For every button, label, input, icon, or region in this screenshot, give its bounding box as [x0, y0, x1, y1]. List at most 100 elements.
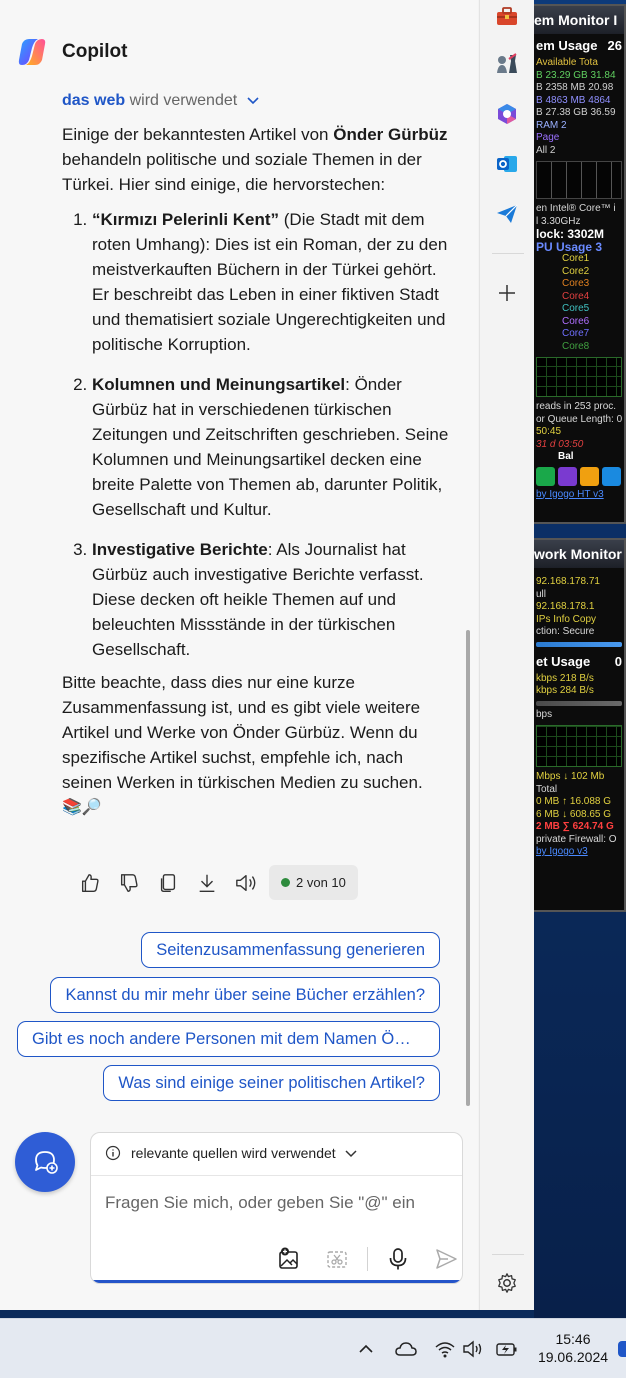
- net-usage-label: et Usage: [536, 653, 591, 669]
- wifi-icon: [435, 1342, 455, 1358]
- cpu-row: en Intel® Core™ i: [536, 203, 616, 214]
- core-label: Core4: [562, 290, 590, 302]
- widget-button[interactable]: [558, 466, 577, 486]
- microphone-button[interactable]: [380, 1241, 416, 1277]
- widget-footer-link[interactable]: by Igogo v3: [534, 846, 624, 859]
- toolbox-icon: [497, 7, 517, 25]
- memory-row: B 4863 MB 4864: [536, 94, 611, 106]
- list-item-title: “Kırmızı Pelerinli Kent”: [92, 210, 280, 229]
- new-topic-button[interactable]: [15, 1132, 75, 1192]
- suggestion-chip[interactable]: Was sind einige seiner politischen Artik…: [103, 1065, 440, 1101]
- net-total-row: Mbps ↓ 102 Mb: [536, 771, 605, 782]
- microsoft365-icon: [498, 104, 516, 124]
- header: Copilot: [16, 36, 127, 68]
- games-button[interactable]: [492, 49, 522, 79]
- battery-button[interactable]: [494, 1337, 520, 1361]
- system-monitor-title: em Monitor I: [534, 6, 624, 34]
- net-speed: kbps 284 B/s: [536, 685, 594, 696]
- net-total-row: 2 MB ∑ 624.74 G: [536, 821, 614, 832]
- suggestion-chip[interactable]: Gibt es noch andere Personen mit dem Nam…: [17, 1021, 440, 1057]
- gear-icon: [498, 1273, 516, 1293]
- system-monitor-widget: em Monitor I em Usage 26 Available Tota …: [534, 4, 626, 524]
- net-graph-label: bps: [536, 708, 553, 720]
- memory-row: Page: [536, 132, 560, 143]
- cloud-icon: [395, 1342, 417, 1356]
- battery-charging-icon: [496, 1343, 517, 1356]
- volume-button[interactable]: [460, 1337, 486, 1361]
- info-icon: [105, 1145, 121, 1161]
- composer: relevante quellen wird verwendet: [90, 1132, 463, 1284]
- answer-emoji: 📚🔎: [62, 799, 102, 816]
- cpu-clock: lock: 3302M: [536, 227, 605, 241]
- microsoft365-button[interactable]: [492, 99, 522, 129]
- suggestion-chip[interactable]: Kannst du mir mehr über seine Bücher erz…: [50, 977, 440, 1013]
- speaker-icon: [235, 874, 255, 891]
- taskbar: 15:46 19.06.2024: [0, 1318, 626, 1378]
- suggestion-chip[interactable]: Seitenzusammenfassung generieren: [141, 932, 440, 968]
- copy-button[interactable]: [148, 866, 187, 900]
- memory-usage-value: 26: [607, 38, 622, 53]
- copilot-logo-icon: [18, 39, 46, 65]
- composer-tools: [271, 1241, 462, 1277]
- chevron-down-icon[interactable]: [246, 95, 260, 105]
- download-button[interactable]: [187, 866, 226, 900]
- onedrive-button[interactable]: [393, 1337, 419, 1361]
- notification-icon[interactable]: [618, 1341, 626, 1357]
- source-indicator[interactable]: das web wird verwendet: [62, 92, 260, 110]
- widget-button[interactable]: [580, 466, 599, 486]
- widget-button[interactable]: [536, 466, 555, 486]
- thumbs-down-icon: [120, 873, 138, 892]
- net-speed-bar: [536, 700, 622, 706]
- list-item-title: Kolumnen und Meinungsartikel: [92, 375, 346, 394]
- power-plan: Bal: [558, 451, 574, 462]
- show-hidden-icons-button[interactable]: [353, 1337, 379, 1361]
- net-usage-value: 0: [614, 653, 622, 669]
- widget-footer-link[interactable]: by Igogo HT v3: [534, 489, 624, 502]
- clock[interactable]: 15:46 19.06.2024: [532, 1330, 614, 1366]
- response-actions: 2 von 10: [70, 865, 358, 900]
- add-image-button[interactable]: [271, 1241, 307, 1277]
- cpu-usage-label: PU Usage 3: [536, 239, 603, 254]
- intro-text: behandeln politische und soziale Themen …: [62, 150, 422, 194]
- send-to-button[interactable]: [492, 199, 522, 229]
- chat-input[interactable]: [105, 1193, 445, 1213]
- chat-area: Copilot das web wird verwendet Einige de…: [0, 0, 478, 1310]
- network-row: ull: [536, 588, 547, 600]
- network-bar: [536, 641, 622, 647]
- wifi-button[interactable]: [432, 1337, 458, 1361]
- settings-button[interactable]: [492, 1268, 522, 1298]
- tool-separator: [367, 1247, 368, 1271]
- memory-row: RAM 2: [536, 119, 567, 131]
- source-chip-label: relevante quellen wird verwendet: [131, 1145, 336, 1161]
- toolbox-button[interactable]: [492, 1, 522, 31]
- outlook-button[interactable]: [492, 149, 522, 179]
- thumbs-up-icon: [81, 873, 99, 892]
- answer-outro: Bitte beachte, dass dies nur eine kurze …: [62, 673, 423, 792]
- microphone-icon: [389, 1248, 407, 1270]
- app-title: Copilot: [62, 41, 128, 62]
- widget-button-row: [534, 464, 624, 489]
- download-icon: [199, 874, 214, 892]
- source-text: wird verwendet: [129, 92, 238, 109]
- chess-icon: [497, 53, 517, 73]
- source-link[interactable]: das web: [62, 92, 125, 109]
- read-aloud-button[interactable]: [226, 866, 265, 900]
- list-item: Investigative Berichte: Als Journalist h…: [92, 537, 452, 662]
- network-row: ction: Secure: [536, 626, 595, 637]
- source-chip[interactable]: relevante quellen wird verwendet: [105, 1145, 358, 1161]
- send-button[interactable]: [428, 1241, 462, 1277]
- list-item-text: (Die Stadt mit dem roten Umhang): Dies i…: [92, 210, 448, 354]
- add-app-button[interactable]: [492, 278, 522, 308]
- chat-scrollbar[interactable]: [466, 630, 470, 1106]
- net-usage-header: et Usage 0: [534, 650, 624, 673]
- thumbs-down-button[interactable]: [109, 866, 148, 900]
- list-item: “Kırmızı Pelerinli Kent” (Die Stadt mit …: [92, 207, 452, 357]
- plus-icon: [499, 285, 515, 301]
- send-icon: [436, 1249, 457, 1269]
- screenshot-button[interactable]: [319, 1241, 355, 1277]
- widget-button[interactable]: [602, 466, 621, 486]
- uptime-total: 31 d 03:50: [536, 438, 584, 450]
- network-row: IPs Info Copy: [536, 613, 597, 625]
- assistant-answer: Einige der bekanntesten Artikel von Önde…: [62, 122, 452, 820]
- thumbs-up-button[interactable]: [70, 866, 109, 900]
